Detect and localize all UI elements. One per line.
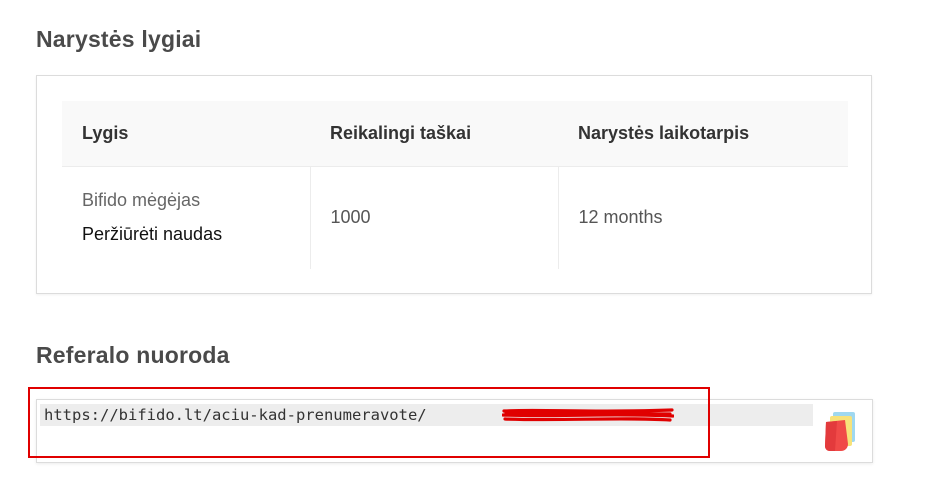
referral-link-text: https://bifido.lt/aciu-kad-prenumeravote… xyxy=(44,406,427,424)
table-header-row: Lygis Reikalingi taškai Narystės laikota… xyxy=(62,101,848,167)
view-benefits-link[interactable]: Peržiūrėti naudas xyxy=(82,224,310,245)
column-header-period: Narystės laikotarpis xyxy=(558,101,848,167)
period-cell: 12 months xyxy=(578,207,663,228)
points-cell: 1000 xyxy=(310,166,559,269)
column-header-level: Lygis xyxy=(62,101,310,167)
table-row: Bifido mėgėjas Peržiūrėti naudas 1000 12… xyxy=(62,166,848,269)
referral-link-title: Referalo nuoroda xyxy=(36,342,230,368)
page: Narystės lygiai Lygis Reikalingi taškai … xyxy=(0,0,933,486)
level-cell: Bifido mėgėjas Peržiūrėti naudas xyxy=(62,166,311,269)
membership-levels-table: Lygis Reikalingi taškai Narystės laikota… xyxy=(62,101,848,269)
referral-link-box: https://bifido.lt/aciu-kad-prenumeravote… xyxy=(36,399,873,463)
column-header-points: Reikalingi taškai xyxy=(310,101,558,167)
referral-link-field[interactable]: https://bifido.lt/aciu-kad-prenumeravote… xyxy=(40,404,813,426)
copy-icon xyxy=(825,412,855,451)
copy-button[interactable] xyxy=(823,410,859,452)
level-name: Bifido mėgėjas xyxy=(82,190,201,211)
membership-levels-card: Lygis Reikalingi taškai Narystės laikota… xyxy=(36,75,872,294)
redaction-scribble xyxy=(502,408,674,422)
membership-levels-title: Narystės lygiai xyxy=(36,26,202,52)
